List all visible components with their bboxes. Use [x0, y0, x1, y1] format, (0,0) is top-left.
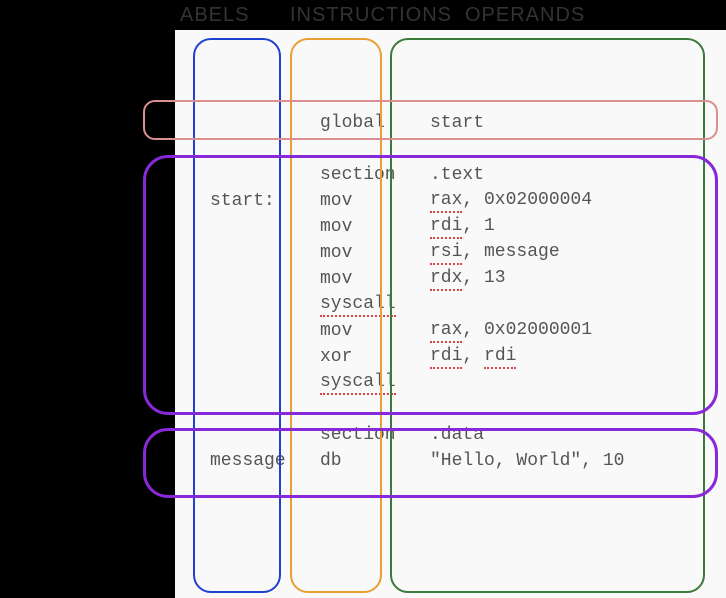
- operand-cell: rdi, 1: [415, 216, 706, 239]
- instruction-cell: section: [305, 165, 415, 185]
- instruction-cell: mov: [305, 269, 415, 289]
- instruction-cell: section: [305, 425, 415, 445]
- code-row: movrsi, message: [195, 240, 706, 266]
- instruction-cell: mov: [305, 217, 415, 237]
- code-row: movrdi, 1: [195, 214, 706, 240]
- operand-cell: .data: [415, 425, 706, 445]
- instruction-cell: mov: [305, 191, 415, 211]
- operand-cell: rax, 0x02000004: [415, 190, 706, 213]
- header-instructions: INSTRUCTIONS: [290, 4, 452, 27]
- header-operands: OPERANDS: [465, 4, 585, 27]
- code-area: globalstartsection.textstart:movrax, 0x0…: [175, 30, 726, 598]
- code-row: movrdx, 13: [195, 266, 706, 292]
- operand-cell: start: [415, 113, 706, 133]
- instruction-cell: xor: [305, 347, 415, 367]
- code-row: syscall: [195, 292, 706, 318]
- operand-cell: rax, 0x02000001: [415, 320, 706, 343]
- header-labels: ABELS: [180, 4, 249, 27]
- code-row: section.data: [195, 422, 706, 448]
- spacer-row: [195, 136, 706, 162]
- instruction-cell: global: [305, 113, 415, 133]
- code-row: xorrdi, rdi: [195, 344, 706, 370]
- operand-cell: rdi, rdi: [415, 346, 706, 369]
- code-row: message:db"Hello, World", 10: [195, 448, 706, 474]
- instruction-cell: syscall: [305, 294, 415, 317]
- code-rows: globalstartsection.textstart:movrax, 0x0…: [195, 110, 706, 474]
- code-row: start:movrax, 0x02000004: [195, 188, 706, 214]
- operand-cell: rdx, 13: [415, 268, 706, 291]
- operand-cell: "Hello, World", 10: [415, 451, 706, 471]
- code-row: syscall: [195, 370, 706, 396]
- instruction-cell: syscall: [305, 372, 415, 395]
- instruction-cell: mov: [305, 243, 415, 263]
- label-cell: message:: [195, 451, 305, 471]
- instruction-cell: mov: [305, 321, 415, 341]
- spacer-row: [195, 396, 706, 422]
- operand-cell: .text: [415, 165, 706, 185]
- code-row: movrax, 0x02000001: [195, 318, 706, 344]
- code-row: globalstart: [195, 110, 706, 136]
- code-row: section.text: [195, 162, 706, 188]
- operand-cell: rsi, message: [415, 242, 706, 265]
- label-cell: start:: [195, 191, 305, 211]
- instruction-cell: db: [305, 451, 415, 471]
